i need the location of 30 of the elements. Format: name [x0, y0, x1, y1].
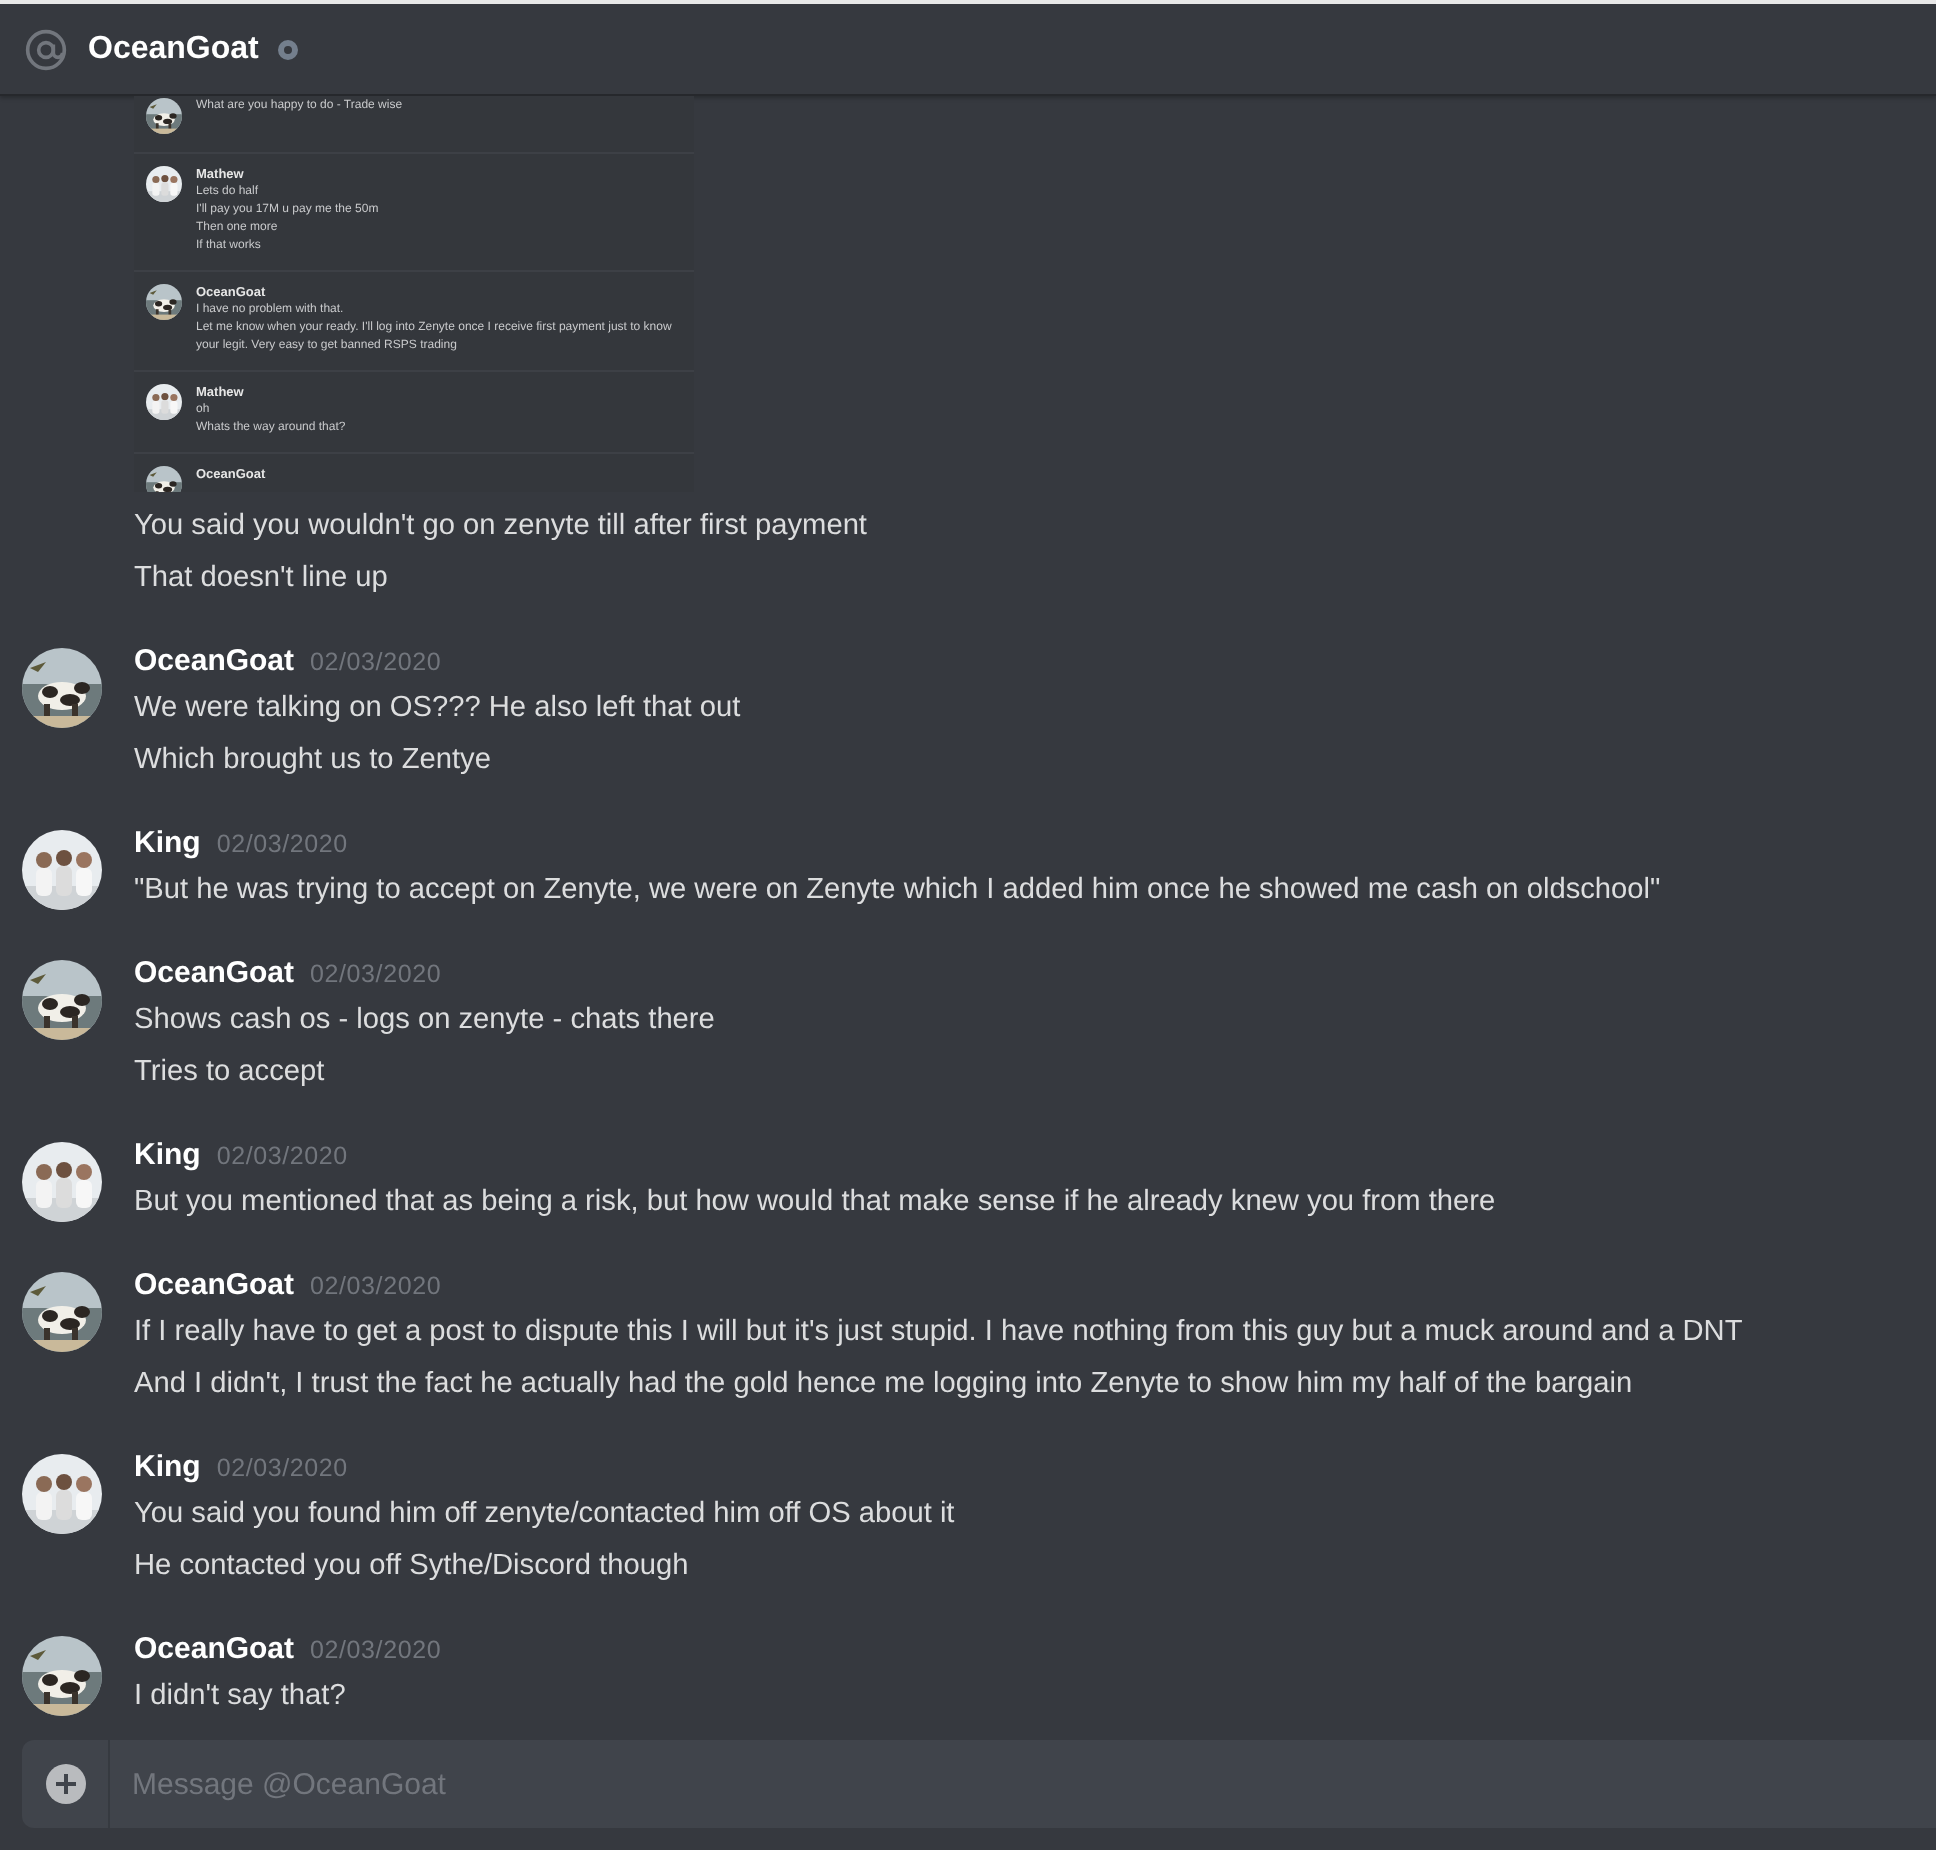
message-text: "But he was trying to accept on Zenyte, we were on Zenyte which I added him once he showed me cash on oldschool" — [134, 872, 1661, 910]
message-text: I didn't say that? — [134, 1678, 346, 1716]
author-name[interactable]: OceanGoat — [134, 1632, 295, 1666]
timestamp: 02/03/2020 — [216, 1454, 348, 1482]
message-text: That doesn't line up — [134, 560, 388, 598]
author-name[interactable]: OceanGoat — [134, 956, 295, 990]
timestamp: 02/03/2020 — [216, 1142, 348, 1170]
timestamp: 02/03/2020 — [310, 1272, 442, 1300]
message-text: Which brought us to Zentye — [134, 742, 491, 780]
mention-icon — [24, 27, 68, 71]
message-text: We were talking on OS??? He also left that out — [134, 690, 741, 728]
message-text: And I didn't, I trust the fact he actually had the gold hence me logging into Zenyte to show him my half of the bargain — [134, 1366, 1633, 1404]
timestamp: 02/03/2020 — [216, 830, 348, 858]
author-name[interactable]: King — [134, 1450, 201, 1484]
author-name[interactable]: King — [134, 1138, 201, 1172]
message-text: You said you found him off zenyte/contacted him off OS about it — [134, 1496, 955, 1534]
message-text: You said you wouldn't go on zenyte till after first payment — [134, 508, 867, 546]
author-name[interactable]: OceanGoat — [134, 1268, 295, 1302]
author-name[interactable]: OceanGoat — [134, 644, 295, 678]
timestamp: 02/03/2020 — [310, 960, 442, 988]
plus-icon — [45, 1764, 85, 1804]
recipient-name: OceanGoat — [88, 31, 259, 67]
message-text: Tries to accept — [134, 1054, 325, 1092]
author-name[interactable]: King — [134, 826, 201, 860]
message-text: But you mentioned that as being a risk, but how would that make sense if he already knew you from there — [134, 1184, 1496, 1222]
message-text: Shows cash os - logs on zenyte - chats there — [134, 1002, 715, 1040]
message-text: He contacted you off Sythe/Discord though — [134, 1548, 689, 1586]
timestamp: 02/03/2020 — [310, 648, 442, 676]
timestamp: 02/03/2020 — [310, 1636, 442, 1664]
message-text: If I really have to get a post to dispute this I will but it's just stupid. I have nothing from this guy but a muck around and a DNT — [134, 1314, 1743, 1352]
